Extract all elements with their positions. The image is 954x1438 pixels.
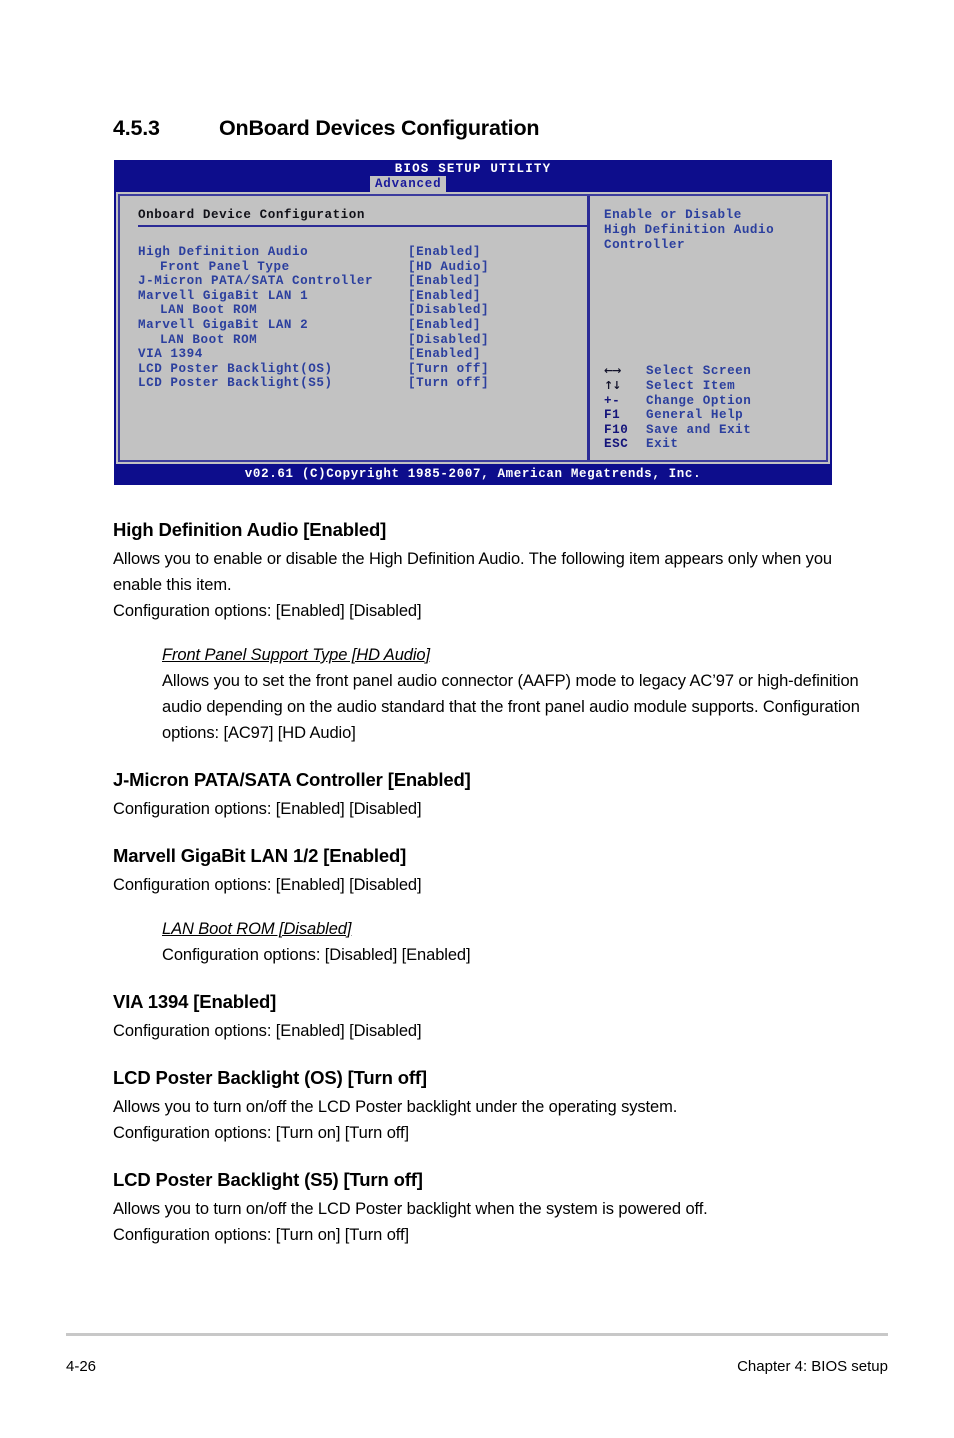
bios-setting-row[interactable]: High Definition Audio [Enabled] [138,245,587,260]
paragraph: Configuration options: [Turn on] [Turn o… [113,1124,409,1142]
f1-key-icon: F1 [604,408,621,423]
footer-chapter-label: Chapter 4: BIOS setup [737,1358,888,1375]
legend-row: +- Change Option [604,394,804,409]
bios-setting-row[interactable]: Marvell GigaBit LAN 2 [Enabled] [138,318,587,333]
setting-value[interactable]: [HD Audio] [408,260,489,275]
subsection-title: Marvell GigaBit LAN 1/2 [Enabled] [113,845,407,866]
section-title: OnBoard Devices Configuration [219,116,540,140]
setting-label: Marvell GigaBit LAN 1 [138,288,309,303]
bios-setting-row[interactable]: J-Micron PATA/SATA Controller [Enabled] [138,274,587,289]
section-marvell-gigabit-lan: Marvell GigaBit LAN 1/2 [Enabled] Config… [113,844,873,968]
paragraph: Allows you to enable or disable the High… [113,550,832,594]
section-jmicron-pata-sata-controller: J-Micron PATA/SATA Controller [Enabled] … [113,768,873,822]
bios-key-legend: ←→ Select Screen ↑↓ Select Item +- Chang… [604,364,804,452]
bios-content-area: Onboard Device Configuration High Defini… [118,194,828,462]
help-line: High Definition Audio [604,223,775,238]
paragraph: Allows you to turn on/off the LCD Poster… [113,1200,708,1218]
setting-label: Front Panel Type [160,259,290,274]
paragraph: Configuration options: [Enabled] [Disabl… [113,876,422,894]
paragraph: Configuration options: [Enabled] [Disabl… [113,800,422,818]
setting-label: LAN Boot ROM [160,332,258,347]
bios-setting-row[interactable]: LCD Poster Backlight(OS) [Turn off] [138,362,587,377]
panel-heading-rule [138,225,588,227]
bios-utility-title: BIOS SETUP UTILITY [394,162,552,176]
setting-value[interactable]: [Enabled] [408,245,481,260]
subsection-lan-boot-rom: LAN Boot ROM [Disabled] Configuration op… [162,916,873,968]
setting-value[interactable]: [Disabled] [408,303,489,318]
bios-frame: Onboard Device Configuration High Defini… [116,192,830,464]
help-line: Enable or Disable [604,208,742,222]
setting-label: LCD Poster Backlight(S5) [138,376,333,391]
setting-label: LAN Boot ROM [160,303,258,318]
subsection-title: J-Micron PATA/SATA Controller [Enabled] [113,769,471,790]
paragraph: Configuration options: [Turn on] [Turn o… [113,1226,409,1244]
bios-setting-row[interactable]: Marvell GigaBit LAN 1 [Enabled] [138,289,587,304]
legend-label: Select Item [646,379,736,394]
section-high-definition-audio: High Definition Audio [Enabled] Allows y… [113,518,873,746]
paragraph: Configuration options: [Disabled] [Enabl… [162,946,471,964]
setting-value[interactable]: [Turn off] [408,362,489,377]
subsection-title: LCD Poster Backlight (OS) [Turn off] [113,1067,427,1088]
bios-title-bar: BIOS SETUP UTILITY Advanced [114,160,832,192]
setting-value[interactable]: [Enabled] [408,289,481,304]
legend-label: General Help [646,408,744,423]
legend-label: Save and Exit [646,422,752,437]
up-down-arrow-icon: ↑↓ [604,379,621,393]
section-via-1394: VIA 1394 [Enabled] Configuration options… [113,990,873,1044]
bios-copyright-bar: v02.61 (C)Copyright 1985-2007, American … [114,464,832,485]
f10-key-icon: F10 [604,422,629,437]
subsection-title: LCD Poster Backlight (S5) [Turn off] [113,1169,423,1190]
paragraph: Configuration options: [Enabled] [Disabl… [113,1022,422,1040]
subsection-front-panel-support-type: Front Panel Support Type [HD Audio] Allo… [162,642,873,746]
left-right-arrow-icon: ←→ [604,364,621,378]
bios-setting-row[interactable]: VIA 1394 [Enabled] [138,347,587,362]
footer-divider [66,1333,888,1336]
footer-page-number: 4-26 [66,1358,97,1375]
bios-setting-row[interactable]: Front Panel Type [HD Audio] [138,260,587,275]
setting-label: LCD Poster Backlight(OS) [138,361,333,376]
bios-settings-panel: Onboard Device Configuration High Defini… [120,196,590,460]
tab-advanced[interactable]: Advanced [370,176,447,192]
bios-setting-row[interactable]: LAN Boot ROM [Disabled] [138,333,587,348]
legend-row: ←→ Select Screen [604,364,804,379]
setting-value[interactable]: [Turn off] [408,376,489,391]
setting-value[interactable]: [Disabled] [408,333,489,348]
legend-row: F1 General Help [604,408,804,423]
subsection-title-italic: LAN Boot ROM [Disabled] [162,920,352,938]
setting-label: High Definition Audio [138,245,309,259]
panel-heading: Onboard Device Configuration [138,208,366,222]
bios-setting-row[interactable]: LCD Poster Backlight(S5) [Turn off] [138,376,587,391]
bios-help-panel: Enable or Disable High Definition Audio … [590,196,826,460]
legend-label: Select Screen [646,364,752,379]
bios-setup-utility-screenshot: BIOS SETUP UTILITY Advanced Onboard Devi… [114,160,832,485]
subsection-title: High Definition Audio [Enabled] [113,519,387,540]
bios-setting-list: High Definition Audio [Enabled] Front Pa… [138,245,587,391]
subsection-title: VIA 1394 [Enabled] [113,991,277,1012]
esc-key-icon: ESC [604,437,629,452]
help-line: Controller [604,238,686,253]
bios-setting-row[interactable]: LAN Boot ROM [Disabled] [138,303,587,318]
paragraph: Allows you to turn on/off the LCD Poster… [113,1098,678,1116]
paragraph: Allows you to set the front panel audio … [162,672,860,742]
section-number: 4.5.3 [113,116,160,140]
setting-label: J-Micron PATA/SATA Controller [138,274,374,289]
setting-label: Marvell GigaBit LAN 2 [138,317,309,332]
legend-label: Change Option [646,393,752,408]
page-title: 4.5.3 OnBoard Devices Configuration [113,116,873,141]
legend-row: ESC Exit [604,437,804,452]
legend-label: Exit [646,437,679,452]
legend-row: ↑↓ Select Item [604,379,804,394]
paragraph: Configuration options: [Enabled] [Disabl… [113,602,422,620]
body-content: High Definition Audio [Enabled] Allows y… [113,518,873,1248]
legend-row: F10 Save and Exit [604,423,804,438]
setting-label: VIA 1394 [138,347,203,362]
section-lcd-poster-backlight-os: LCD Poster Backlight (OS) [Turn off] All… [113,1066,873,1146]
section-lcd-poster-backlight-s5: LCD Poster Backlight (S5) [Turn off] All… [113,1168,873,1248]
setting-value[interactable]: [Enabled] [408,274,481,289]
setting-value[interactable]: [Enabled] [408,318,481,333]
setting-value[interactable]: [Enabled] [408,347,481,362]
subsection-title-italic: Front Panel Support Type [HD Audio] [162,646,430,664]
plus-minus-key-icon: +- [604,393,621,408]
